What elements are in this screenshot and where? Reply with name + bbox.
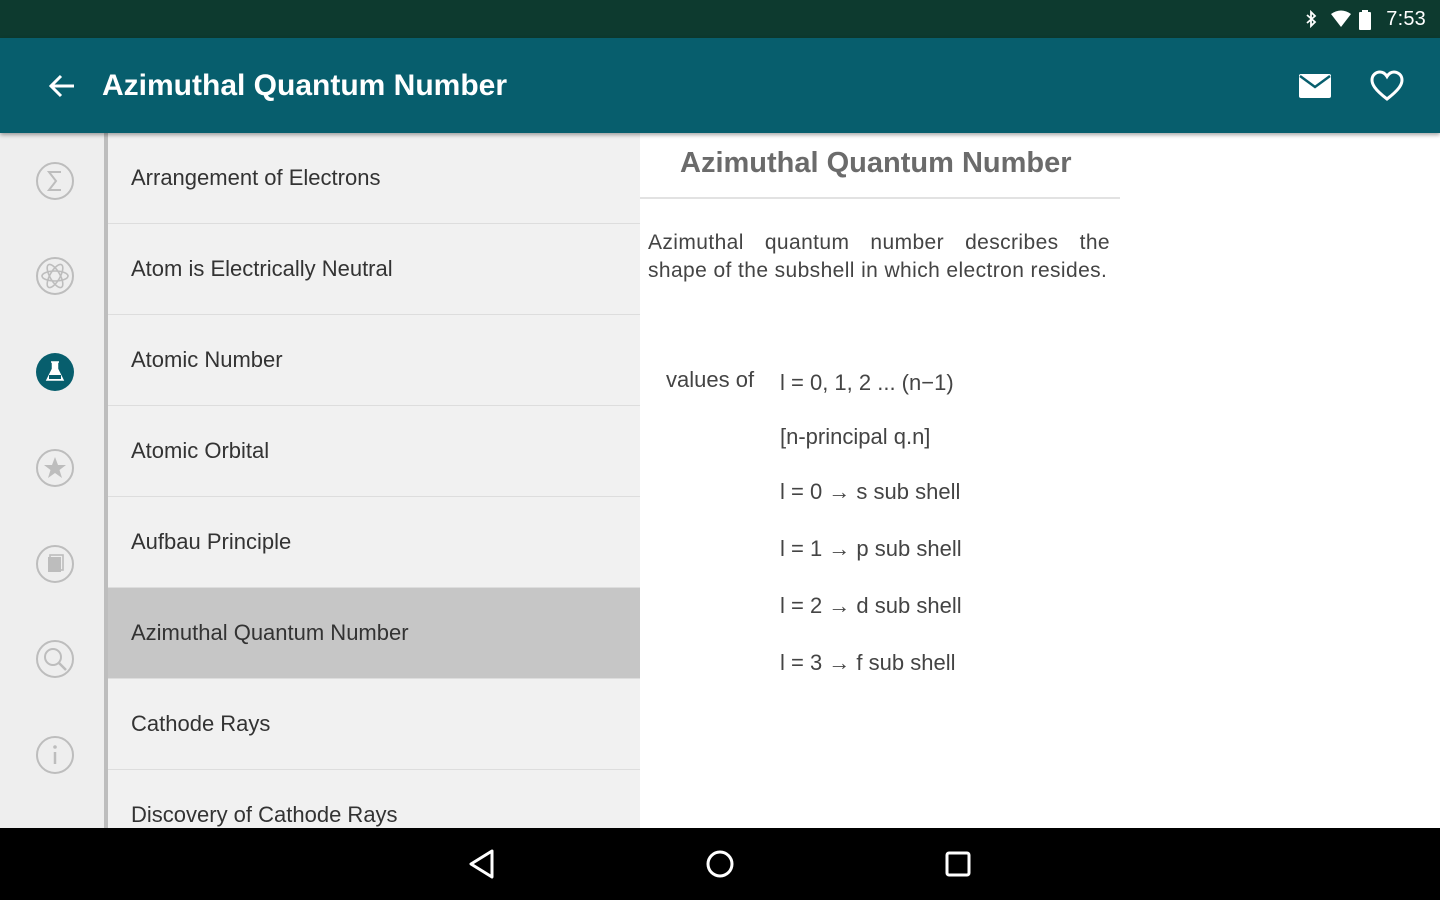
star-icon [36,449,74,487]
app-bar: Azimuthal Quantum Number [0,38,1440,133]
rail-item-sigma[interactable] [34,160,76,202]
list-item[interactable]: Arrangement of Electrons [108,133,640,224]
formula-line: l = 2 → d sub shell [780,593,962,618]
wifi-icon [1330,10,1352,28]
rail-item-star[interactable] [34,447,76,489]
formula-line: l = 1 → p sub shell [780,536,962,561]
arrow-back-icon [48,74,74,97]
info-icon [36,736,74,774]
nav-recents-button[interactable] [934,840,982,888]
page-title: Azimuthal Quantum Number [102,68,508,102]
formula-line: [n-principal q.n] [780,424,931,449]
list-item[interactable]: Cathode Rays [108,679,640,770]
list-item[interactable]: Atomic Number [108,315,640,406]
recents-square-icon [945,851,971,877]
flask-icon [36,353,74,391]
notes-icon [36,545,74,583]
email-button[interactable] [1290,61,1340,111]
battery-icon [1358,10,1376,30]
favorite-icon [1370,69,1404,101]
nav-home-button[interactable] [696,840,744,888]
list-item-selected[interactable]: Azimuthal Quantum Number [108,588,640,679]
detail-pane: Azimuthal Quantum Number Azimuthal quant… [640,133,1440,828]
sigma-icon [36,162,74,200]
system-nav-bar [0,828,1440,900]
formula-line: l = 0 → s sub shell [780,479,961,504]
back-triangle-icon [469,849,494,879]
topic-list: Arrangement of Electrons Atom is Electri… [108,133,640,828]
nav-back-button[interactable] [458,840,506,888]
list-item[interactable]: Aufbau Principle [108,497,640,588]
rail-item-notes[interactable] [34,543,76,585]
favorite-button[interactable] [1362,61,1412,111]
list-item[interactable]: Discovery of Cathode Rays [108,770,640,828]
detail-description: Azimuthal quantum number describes the s… [648,231,1110,282]
status-time: 7:53 [1386,7,1426,30]
list-item[interactable]: Atom is Electrically Neutral [108,224,640,315]
rail-item-atom[interactable] [34,255,76,297]
email-icon [1299,73,1331,98]
list-item[interactable]: Atomic Orbital [108,406,640,497]
bluetooth-icon [1302,9,1320,29]
rail-item-flask[interactable] [34,351,76,393]
detail-title: Azimuthal Quantum Number [680,147,1072,179]
back-button[interactable] [36,60,88,112]
home-circle-icon [706,850,734,878]
values-label: values of [666,367,755,392]
formula-line: l = 0, 1, 2 ... (n−1) [780,370,954,395]
rail-item-search[interactable] [34,638,76,680]
formula-line: l = 3 → f sub shell [780,650,956,675]
rail-item-info[interactable] [34,734,76,776]
title-divider [640,197,1120,199]
atom-icon [36,257,74,295]
search-icon [36,640,74,678]
status-bar: 7:53 [0,0,1440,38]
